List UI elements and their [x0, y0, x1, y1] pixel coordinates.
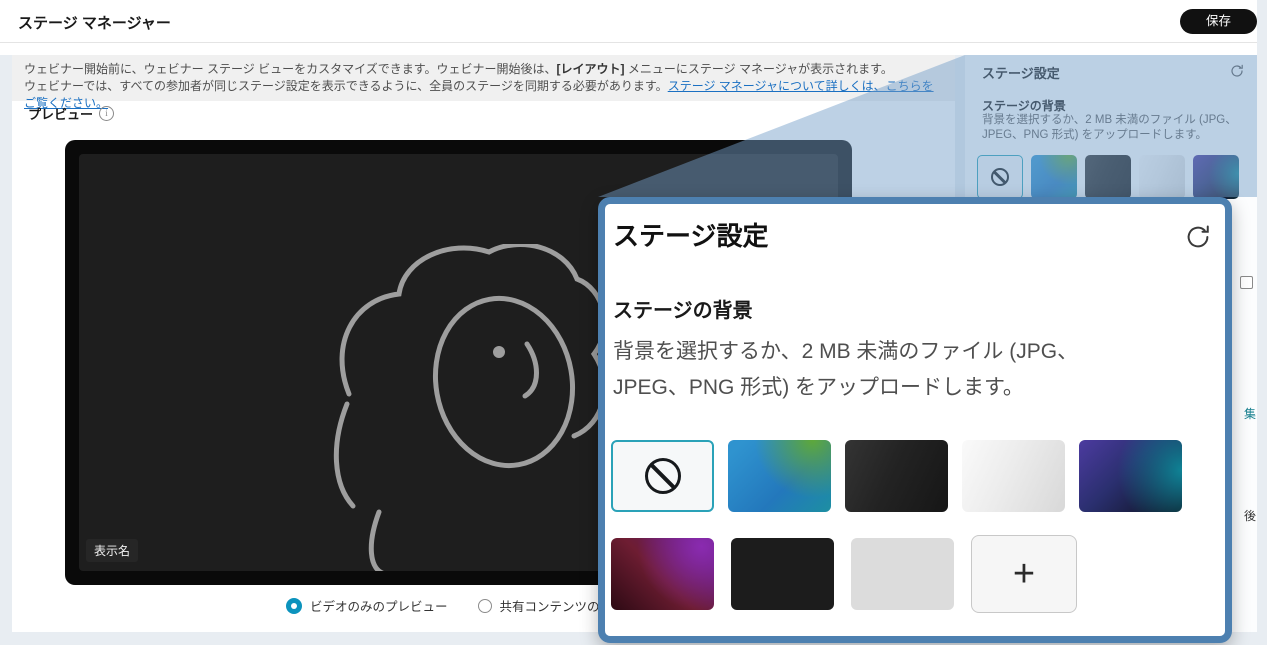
- background-option-light-gray[interactable]: [851, 538, 954, 610]
- refresh-icon[interactable]: [1183, 222, 1213, 252]
- layout-menu-bold: [レイアウト]: [557, 62, 625, 76]
- background-option-dark-wave[interactable]: [845, 440, 948, 512]
- preview-section-label: プレビュー: [28, 104, 93, 123]
- avatar-placeholder-drawing: [319, 244, 619, 571]
- prohibition-icon: [645, 458, 681, 494]
- banner-line-1: ウェビナー開始前に、ウェビナー ステージ ビューをカスタマイズできます。ウェビナ…: [24, 61, 943, 78]
- radio-selected-icon: [286, 598, 302, 614]
- stage-settings-title: ステージ設定: [982, 63, 1060, 82]
- sidebar-checkbox[interactable]: [1240, 276, 1253, 289]
- info-icon[interactable]: [99, 106, 114, 121]
- save-button[interactable]: 保存: [1180, 9, 1257, 34]
- background-thumbnail-row: [977, 155, 1239, 199]
- callout-background-description: 背景を選択するか、2 MB 未満のファイル (JPG、 JPEG、PNG 形式)…: [613, 334, 1078, 406]
- background-option-light-swirl[interactable]: [962, 440, 1065, 512]
- callout-title: ステージ設定: [613, 216, 768, 253]
- refresh-icon[interactable]: [1229, 63, 1245, 79]
- background-option-purple-teal[interactable]: [1193, 155, 1239, 199]
- background-option-dark-wave[interactable]: [1085, 155, 1131, 199]
- page-title: ステージ マネージャー: [18, 12, 171, 33]
- page-header: [0, 0, 1257, 55]
- header-divider: [0, 42, 1257, 43]
- background-option-blue-green[interactable]: [1031, 155, 1077, 199]
- background-option-red-purple[interactable]: [611, 538, 714, 610]
- prohibition-icon: [991, 168, 1009, 186]
- stage-background-title: ステージの背景: [982, 97, 1066, 114]
- callout-thumbnail-row-2: +: [611, 538, 1077, 613]
- background-option-blue-green[interactable]: [728, 440, 831, 512]
- background-option-purple-teal[interactable]: [1079, 440, 1182, 512]
- stage-background-description: 背景を選択するか、2 MB 未満のファイル (JPG、JPEG、PNG 形式) …: [982, 113, 1240, 143]
- stage-manager-page: ステージ マネージャー 保存 ウェビナー開始前に、ウェビナー ステージ ビューを…: [0, 0, 1267, 645]
- background-option-none[interactable]: [977, 155, 1023, 199]
- callout-thumbnail-row-1: [611, 440, 1182, 512]
- callout-background-title: ステージの背景: [613, 294, 753, 323]
- banner-line-2: ウェビナーでは、すべての参加者が同じステージ設定を表示できるように、全員のステー…: [24, 78, 943, 112]
- background-option-none[interactable]: [611, 440, 714, 512]
- stage-settings-zoom-callout: ステージ設定 ステージの背景 背景を選択するか、2 MB 未満のファイル (JP…: [598, 197, 1232, 643]
- background-option-light-swirl[interactable]: [1139, 155, 1185, 199]
- preview-section-header: プレビュー: [28, 104, 114, 123]
- sidebar-text-fragment: 後: [1244, 507, 1256, 524]
- radio-unselected-icon: [478, 599, 492, 613]
- edit-link-fragment[interactable]: 集: [1244, 405, 1256, 422]
- info-banner: ウェビナー開始前に、ウェビナー ステージ ビューをカスタマイズできます。ウェビナ…: [12, 55, 955, 101]
- upload-background-button[interactable]: +: [971, 535, 1077, 613]
- radio-video-only-label: ビデオのみのプレビュー: [310, 596, 448, 615]
- background-option-black[interactable]: [731, 538, 834, 610]
- display-name-badge: 表示名: [86, 539, 138, 562]
- radio-video-only[interactable]: ビデオのみのプレビュー: [286, 596, 448, 615]
